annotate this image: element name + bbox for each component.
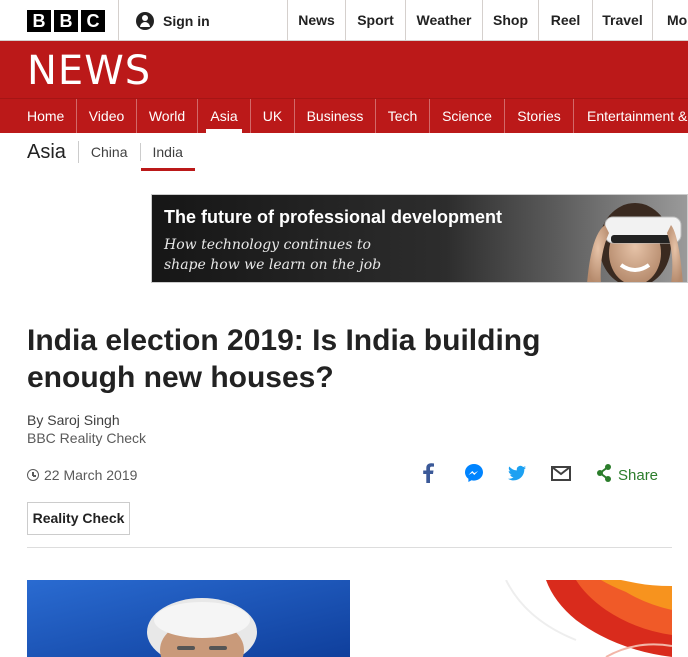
nav-item-video[interactable]: Video [77,99,137,133]
bbc-logo-letter: C [81,10,105,32]
advert-headline: The future of professional development [164,207,503,227]
article-date: 22 March 2019 [27,467,137,483]
article-headline: India election 2019: Is India building e… [27,324,541,394]
news-masthead: NEWS [0,41,688,98]
nav-item-uk[interactable]: UK [251,99,295,133]
twitter-icon[interactable] [506,462,528,484]
sign-in-label: Sign in [163,12,210,29]
section-title[interactable]: Asia [27,141,79,163]
global-nav-shop[interactable]: Shop [482,0,538,41]
vr-headset-woman-image [587,203,683,282]
global-nav: News Sport Weather Shop Reel Travel Mor [287,0,688,41]
share-button[interactable]: Share [618,467,658,484]
global-nav-weather[interactable]: Weather [405,0,482,41]
divider [27,547,672,548]
global-nav-news[interactable]: News [287,0,345,41]
global-header: B B C Sign in News Sport Weather Shop Re… [0,0,688,41]
secondary-nav: Asia China India [27,133,196,171]
byline-author: By Saroj Singh [27,412,120,428]
topic-tag[interactable]: Reality Check [27,502,130,535]
bbc-logo[interactable]: B B C [27,10,105,32]
nav-item-business[interactable]: Business [295,99,376,133]
news-logo[interactable]: NEWS [27,49,151,93]
sign-in-button[interactable]: Sign in [118,0,287,41]
advert-subtext: How technology continues to shape how we… [164,237,382,273]
nav-item-tech[interactable]: Tech [376,99,430,133]
nav-item-home[interactable]: Home [0,99,77,133]
subnav-item-india[interactable]: India [140,143,196,171]
facebook-icon[interactable] [421,462,435,484]
nav-item-entertainment[interactable]: Entertainment & [574,99,688,133]
global-nav-travel[interactable]: Travel [592,0,652,41]
nav-item-asia[interactable]: Asia [198,99,251,133]
article-date-text: 22 March 2019 [44,467,138,483]
messenger-icon[interactable] [463,462,485,484]
subnav-item-china[interactable]: China [79,143,141,161]
bbc-logo-letter: B [54,10,78,32]
email-icon[interactable] [550,462,572,484]
global-nav-more[interactable]: Mor [652,0,688,41]
news-nav: Home Video World Asia UK Business Tech S… [0,98,688,133]
graphic-illustration [486,580,672,657]
byline-organisation: BBC Reality Check [27,430,147,446]
user-icon [136,11,154,30]
global-nav-reel[interactable]: Reel [538,0,592,41]
global-nav-sport[interactable]: Sport [345,0,405,41]
modi-photo [27,580,350,657]
nav-item-stories[interactable]: Stories [505,99,574,133]
nav-item-science[interactable]: Science [430,99,505,133]
nav-item-world[interactable]: World [137,99,198,133]
advert-banner[interactable]: The future of professional development H… [151,194,688,283]
share-icon[interactable] [596,462,612,484]
clock-icon [27,469,39,481]
bbc-logo-letter: B [27,10,51,32]
